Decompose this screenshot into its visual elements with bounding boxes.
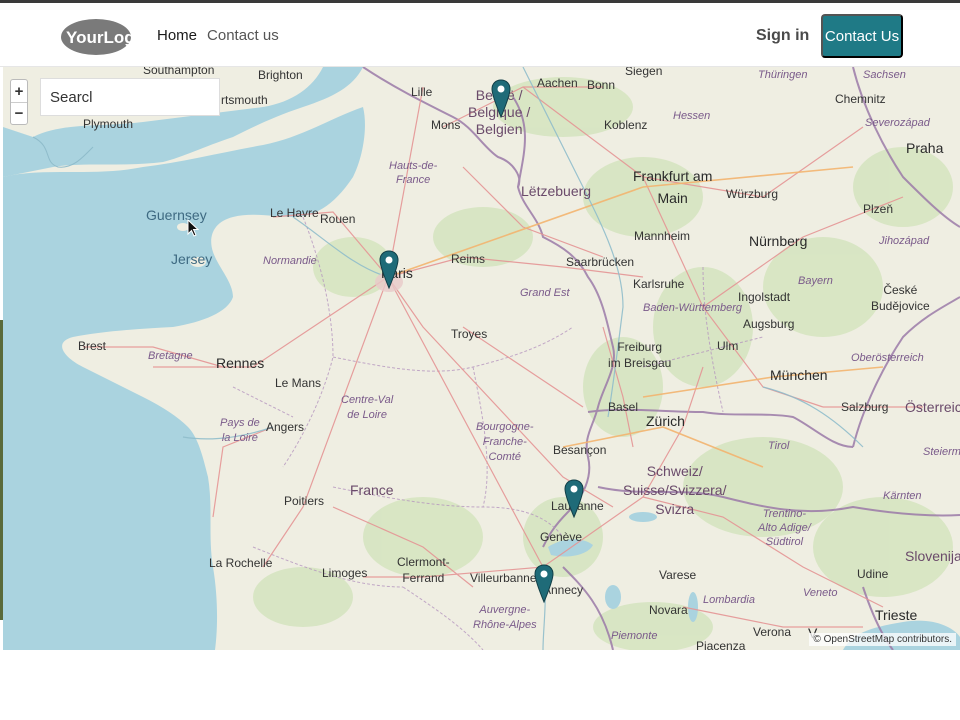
label-france: France — [350, 482, 394, 498]
label-letzebuerg: Lëtzebuerg — [521, 183, 592, 199]
label-le-havre: Le Havre — [270, 206, 319, 220]
label-lille: Lille — [411, 85, 433, 99]
label-ceske-budejovice: České Budějovice — [871, 283, 930, 313]
label-nurnberg: Nürnberg — [749, 233, 808, 249]
sign-in-link[interactable]: Sign in — [756, 27, 809, 45]
label-trentino: Trentino- Alto Adige/ Südtirol — [758, 508, 811, 548]
label-auvergne: Auvergne- Rhône-Alpes — [473, 604, 537, 631]
top-navbar: YourLogo Home Contact us Sign in Contact… — [0, 3, 960, 67]
label-chemnitz: Chemnitz — [835, 92, 886, 106]
label-angers: Angers — [266, 420, 305, 434]
label-steiermark: Steierma — [923, 446, 960, 458]
label-besancon: Besançon — [553, 443, 607, 457]
label-tirol: Tirol — [768, 440, 790, 452]
label-villeurbanne: Villeurbanne — [470, 571, 537, 585]
label-bourgogne: Bourgogne- Franche- Comté — [476, 421, 534, 463]
label-sachsen: Sachsen — [863, 69, 906, 81]
label-limoges: Limoges — [322, 566, 368, 580]
label-mannheim: Mannheim — [634, 229, 691, 243]
label-severozapad: Severozápad — [865, 117, 930, 129]
label-varese: Varese — [659, 568, 697, 582]
label-slovenija: Slovenija — [905, 548, 960, 564]
label-plymouth: Plymouth — [83, 117, 134, 131]
map-tiles — [3, 67, 960, 650]
label-brest: Brest — [78, 339, 107, 353]
label-rouen: Rouen — [320, 212, 356, 226]
label-saarbrucken: Saarbrücken — [566, 255, 635, 269]
label-praha: Praha — [906, 140, 944, 156]
label-bayern: Bayern — [798, 275, 833, 287]
label-clermont-ferrand: Clermont- Ferrand — [397, 555, 450, 585]
logo-text: YourLogo — [66, 28, 132, 47]
label-grand-est: Grand Est — [520, 287, 570, 299]
brand-logo[interactable]: YourLogo — [60, 16, 145, 56]
label-freiburg: Freiburg im Breisgau — [608, 340, 672, 370]
label-karnten: Kärnten — [883, 490, 922, 502]
label-frankfurt: Frankfurt am Main — [633, 168, 713, 206]
zoom-out-button[interactable]: − — [11, 102, 27, 124]
label-southampton: Southampton — [143, 67, 215, 77]
label-ulm: Ulm — [717, 339, 739, 353]
label-oberosterreich: Oberösterreich — [851, 352, 924, 364]
map-marker-icon[interactable] — [534, 564, 554, 604]
map-view[interactable]: Brighton Southampton rtsmouth Plymouth L… — [3, 67, 960, 650]
label-basel: Basel — [608, 400, 639, 414]
label-salzburg: Salzburg — [841, 400, 889, 414]
label-hauts-de-france: Hauts-de- France — [389, 160, 438, 186]
zoom-in-button[interactable]: + — [11, 80, 27, 102]
label-veneto: Veneto — [803, 587, 838, 599]
label-augsburg: Augsburg — [743, 317, 795, 331]
mouse-cursor-icon — [187, 219, 199, 237]
label-geneve: Genève — [540, 530, 583, 544]
label-brighton: Brighton — [258, 68, 303, 82]
label-le-mans: Le Mans — [275, 376, 322, 390]
label-munchen: München — [770, 367, 828, 383]
label-aachen: Aachen — [537, 76, 578, 90]
map-marker-icon[interactable] — [379, 250, 399, 290]
label-koblenz: Koblenz — [604, 118, 648, 132]
label-centre-val-de-loire: Centre-Val de Loire — [341, 394, 394, 421]
label-schweiz: Schweiz/ Suisse/Svizzera/ Svizra — [623, 463, 727, 517]
label-osterreich: Österreich — [905, 399, 960, 415]
label-mons: Mons — [431, 118, 461, 132]
label-portsmouth: rtsmouth — [221, 93, 268, 107]
map-attribution[interactable]: © OpenStreetMap contributors. — [809, 633, 956, 646]
label-troyes: Troyes — [451, 327, 488, 341]
page-footer-area — [0, 650, 960, 720]
map-marker-icon[interactable] — [564, 479, 584, 519]
label-piemonte: Piemonte — [611, 630, 658, 642]
main-nav: Home Contact us — [157, 27, 279, 44]
map-marker-icon[interactable] — [491, 79, 511, 119]
label-piacenza: Piacenza — [696, 639, 746, 650]
label-novara: Novara — [649, 603, 688, 617]
label-hessen: Hessen — [673, 110, 711, 122]
label-reims: Reims — [451, 252, 486, 266]
label-jersey: Jersey — [171, 251, 213, 267]
map-search-input[interactable] — [40, 78, 220, 116]
label-verona: Verona — [753, 625, 792, 639]
label-ingolstadt: Ingolstadt — [738, 290, 791, 304]
label-plzen: Plzeň — [863, 202, 894, 216]
contact-us-button[interactable]: Contact Us — [821, 14, 903, 58]
zoom-control: + − — [10, 79, 28, 125]
label-la-rochelle: La Rochelle — [209, 556, 273, 570]
label-rennes: Rennes — [216, 355, 265, 371]
label-udine: Udine — [857, 567, 889, 581]
label-jihozapad: Jihozápad — [879, 235, 930, 247]
label-bretagne: Bretagne — [148, 350, 193, 362]
label-wurzburg: Würzburg — [726, 187, 779, 201]
label-pays-de-la-loire: Pays de la Loire — [220, 417, 260, 444]
label-siegen: Siegen — [625, 67, 663, 78]
label-zurich: Zürich — [646, 413, 685, 429]
label-trieste: Trieste — [875, 607, 918, 623]
label-poitiers: Poitiers — [284, 494, 325, 508]
label-thuringen: Thüringen — [758, 69, 808, 81]
label-bonn: Bonn — [587, 78, 616, 92]
label-normandie: Normandie — [263, 255, 317, 267]
nav-contact-link[interactable]: Contact us — [207, 27, 279, 44]
label-lombardia: Lombardia — [703, 594, 755, 606]
nav-home-link[interactable]: Home — [157, 27, 197, 44]
label-karlsruhe: Karlsruhe — [633, 277, 685, 291]
label-baden-wurttemberg: Baden-Württemberg — [643, 302, 743, 314]
